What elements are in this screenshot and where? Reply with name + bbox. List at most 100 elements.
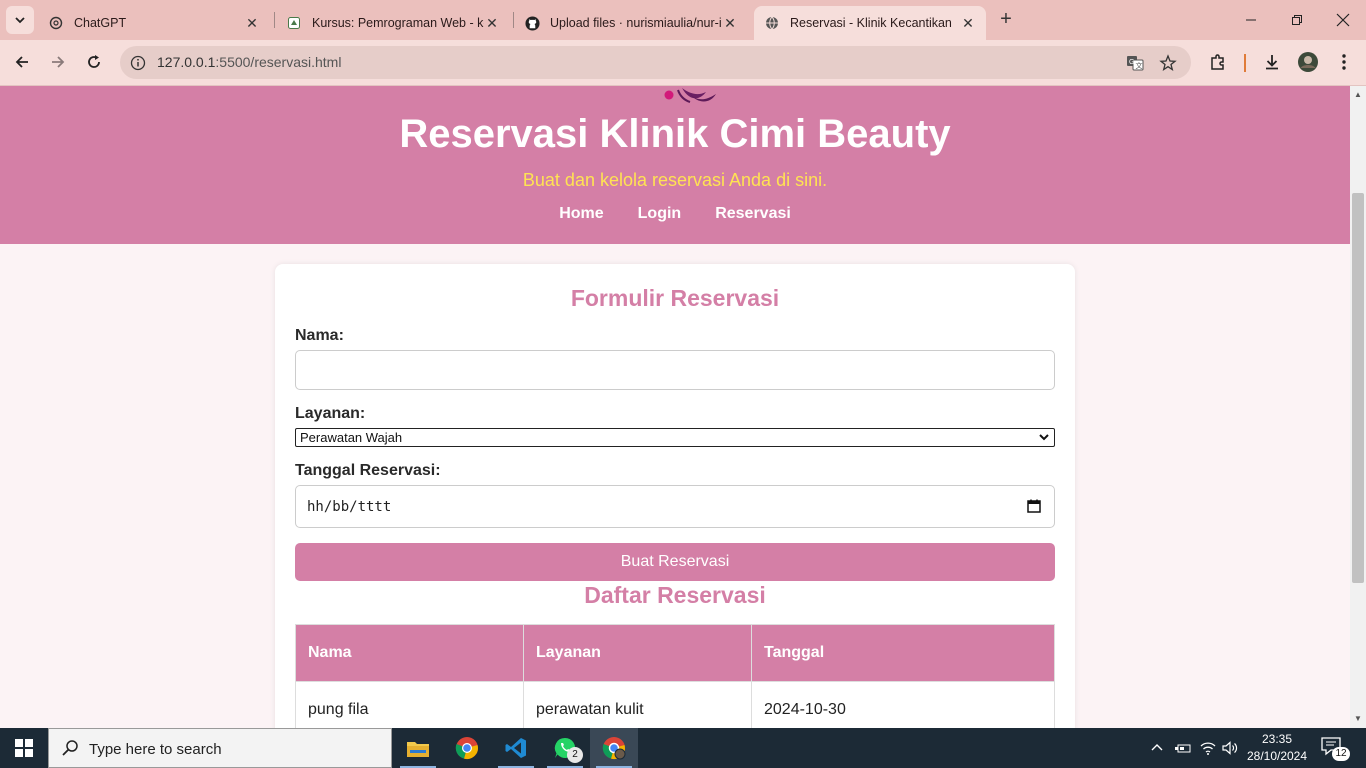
tab-title: ChatGPT (74, 16, 127, 30)
submit-reservation-button[interactable]: Buat Reservasi (295, 543, 1055, 581)
downloads-button[interactable] (1258, 48, 1286, 76)
arrow-right-icon (52, 56, 65, 68)
wifi-icon[interactable] (1200, 741, 1216, 755)
system-tray (1150, 728, 1238, 768)
svg-text:G: G (1129, 59, 1134, 66)
tab-title: Upload files · nurismiaulia/nur-i (550, 16, 722, 30)
browser-toolbar: 127.0.0.1:5500/reservasi.html G文 (0, 40, 1366, 86)
url-text[interactable]: 127.0.0.1:5500/reservasi.html (157, 54, 341, 70)
download-icon (1266, 55, 1278, 70)
close-tab-icon[interactable]: ✕ (244, 15, 260, 32)
table-header-row: Nama Layanan Tanggal (295, 624, 1055, 682)
scrollbar-thumb[interactable] (1352, 193, 1364, 583)
address-bar[interactable]: 127.0.0.1:5500/reservasi.html G文 (120, 46, 1191, 79)
taskbar-search-placeholder: Type here to search (89, 741, 222, 758)
date-input[interactable]: hh/bb/tttt (295, 485, 1055, 528)
github-icon (524, 15, 540, 31)
column-header-tanggal: Tanggal (751, 624, 1055, 682)
windows-logo-icon (15, 739, 33, 757)
tab-kursus[interactable]: Kursus: Pemrograman Web - ke ✕ (276, 6, 510, 40)
taskbar-vscode[interactable] (492, 728, 540, 768)
vscode-icon (505, 738, 526, 758)
menu-button[interactable] (1330, 48, 1358, 76)
volume-icon[interactable] (1222, 741, 1238, 755)
name-label: Nama: (295, 327, 344, 344)
tab-search-button[interactable] (6, 6, 34, 34)
minimize-button[interactable] (1228, 0, 1274, 40)
chevron-up-icon[interactable] (1150, 741, 1164, 755)
tab-chatgpt[interactable]: ChatGPT ✕ (38, 6, 270, 40)
clock-time: 23:35 (1261, 732, 1293, 746)
tab-github[interactable]: Upload files · nurismiaulia/nur-i ✕ (514, 6, 748, 40)
page-subtitle: Buat dan kelola reservasi Anda di sini. (522, 170, 828, 190)
close-tab-icon[interactable]: ✕ (722, 15, 738, 32)
close-tab-icon[interactable]: ✕ (960, 15, 976, 32)
chrome-profile-icon (602, 737, 626, 760)
name-input[interactable] (295, 350, 1055, 390)
globe-icon (764, 15, 780, 31)
taskbar-chrome-profile[interactable] (590, 728, 638, 768)
site-info-icon[interactable] (128, 53, 148, 73)
reservation-list-title: Daftar Reservasi (584, 582, 766, 608)
taskbar-clock[interactable]: 23:35 28/10/2024 (1244, 731, 1310, 765)
page-viewport: Reservasi Klinik Cimi Beauty Buat dan ke… (0, 86, 1350, 728)
taskbar-file-explorer[interactable] (394, 728, 442, 768)
chatgpt-icon (48, 15, 64, 31)
calendar-icon[interactable] (1026, 498, 1042, 514)
nav-link-reservasi[interactable]: Reservasi (715, 205, 791, 223)
nav-link-login[interactable]: Login (638, 205, 682, 223)
folder-icon (407, 742, 429, 757)
search-icon (62, 740, 78, 756)
start-button[interactable] (0, 728, 48, 768)
service-select[interactable]: Perawatan Wajah (295, 428, 1055, 447)
scroll-up-icon[interactable]: ▲ (1354, 90, 1362, 99)
table-cell-nama: pung fila (295, 681, 524, 728)
flower-logo-icon (664, 88, 716, 103)
notification-center-button[interactable]: 12 (1320, 736, 1350, 763)
table-cell-layanan: perawatan kulit (523, 681, 752, 728)
restore-icon (1292, 15, 1302, 25)
scroll-down-icon[interactable]: ▼ (1354, 714, 1362, 723)
toolbar-divider (1244, 54, 1246, 72)
chrome-icon (455, 737, 478, 759)
reservation-card: Formulir Reservasi Nama: Layanan: Perawa… (275, 264, 1075, 728)
date-placeholder: hh/bb/tttt (307, 499, 392, 515)
taskbar-whatsapp[interactable]: 2 (541, 728, 589, 768)
new-tab-button[interactable]: + (994, 8, 1018, 32)
close-tab-icon[interactable]: ✕ (484, 15, 500, 32)
battery-icon[interactable] (1174, 741, 1192, 755)
chevron-down-icon (15, 17, 25, 24)
restore-button[interactable] (1274, 0, 1320, 40)
translate-icon[interactable]: G文 (1125, 53, 1145, 73)
forward-button[interactable] (44, 48, 72, 76)
taskbar-search[interactable]: Type here to search (48, 728, 392, 768)
minimize-icon (1246, 19, 1256, 21)
profile-avatar[interactable] (1294, 48, 1322, 76)
column-header-nama: Nama (295, 624, 524, 682)
service-selected-value: Perawatan Wajah (300, 430, 403, 445)
main-nav: Home Login Reservasi (0, 205, 1350, 223)
close-icon (1336, 13, 1350, 27)
bookmark-star-icon[interactable] (1158, 53, 1178, 73)
table-cell-tanggal: 2024-10-30 (751, 681, 1055, 728)
tab-separator (274, 12, 275, 28)
browser-tab-bar: ChatGPT ✕ Kursus: Pemrograman Web - ke ✕… (0, 0, 1366, 40)
tab-reservasi[interactable]: Reservasi - Klinik Kecantikan ✕ (754, 6, 986, 40)
close-window-button[interactable] (1320, 0, 1366, 40)
puzzle-icon (1211, 54, 1224, 70)
date-label: Tanggal Reservasi: (295, 462, 441, 479)
tab-title: Kursus: Pemrograman Web - ke (312, 16, 484, 30)
course-icon (286, 15, 302, 31)
page-scrollbar[interactable]: ▲ ▼ (1350, 86, 1366, 728)
back-button[interactable] (8, 48, 36, 76)
tab-title: Reservasi - Klinik Kecantikan (790, 16, 952, 30)
nav-link-home[interactable]: Home (559, 205, 603, 223)
reload-button[interactable] (80, 48, 108, 76)
taskbar-chrome[interactable] (443, 728, 491, 768)
url-path: :5500/reservasi.html (215, 54, 342, 70)
notification-count-badge: 12 (1332, 747, 1350, 761)
reservation-table: Nama Layanan Tanggal pung fila perawatan… (295, 624, 1055, 728)
extensions-button[interactable] (1204, 48, 1232, 76)
table-row: pung fila perawatan kulit 2024-10-30 (295, 681, 1055, 728)
reload-icon (88, 55, 100, 68)
